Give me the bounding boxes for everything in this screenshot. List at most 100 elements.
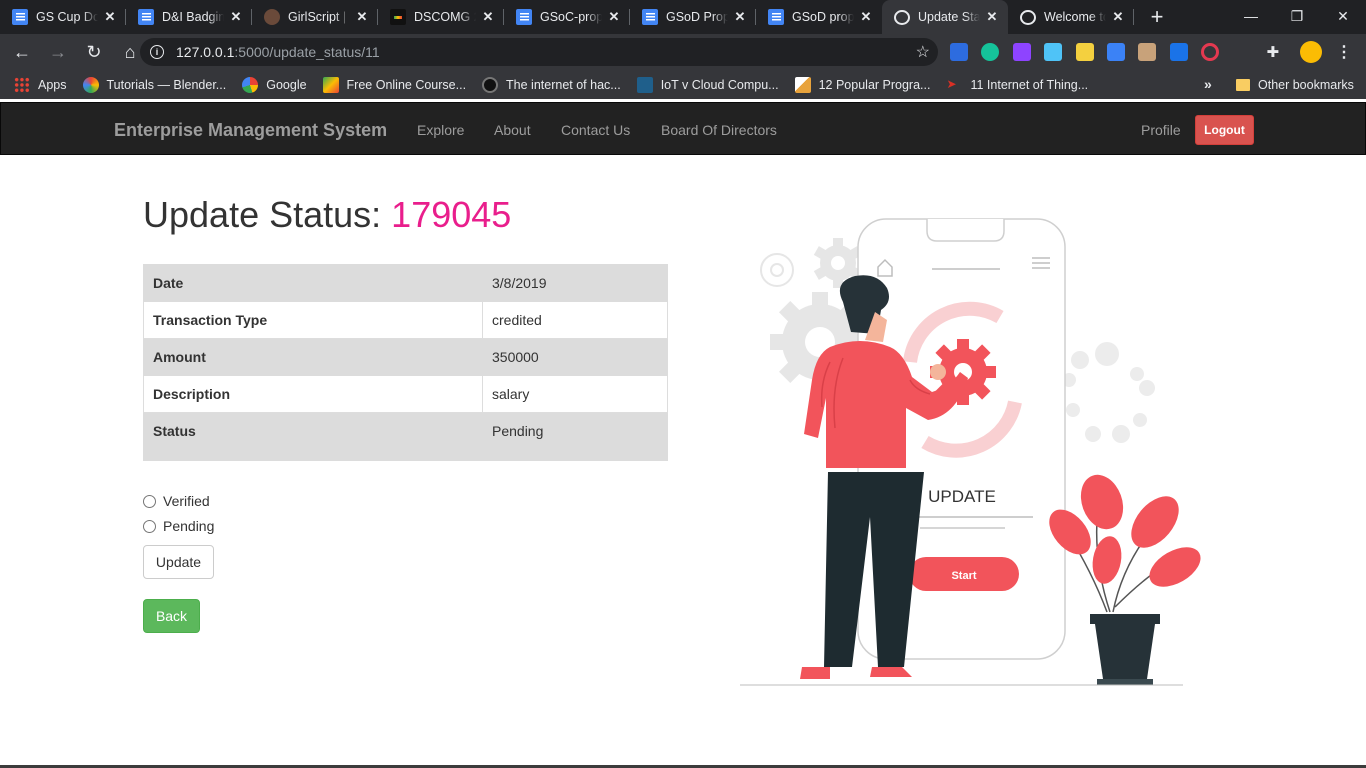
arrow-icon: ➤ [946, 76, 957, 91]
minimize-icon[interactable]: — [1228, 0, 1274, 32]
extension-icon[interactable] [1138, 43, 1157, 61]
radio-verified[interactable] [143, 494, 156, 508]
other-bookmarks-label: Other bookmarks [1258, 77, 1354, 92]
close-icon[interactable]: ✕ [480, 9, 496, 25]
table-row: Status Pending [143, 412, 668, 461]
radio-label: Pending [163, 518, 215, 534]
puzzle-icon[interactable]: ✚ [1264, 43, 1282, 61]
bookmark-label: IoT v Cloud Compu... [660, 77, 779, 92]
doc-icon [12, 9, 28, 25]
detail-key: Description [143, 375, 483, 413]
detail-value: salary [482, 375, 668, 413]
status-option-pending[interactable]: Pending [143, 518, 214, 534]
bookmark-item[interactable]: 12 Popular Progra... [794, 76, 930, 93]
bookmark-item[interactable]: Google [242, 76, 307, 93]
transaction-id: 179045 [391, 194, 512, 235]
browser-tab[interactable]: GS Cup Doc ✕ [0, 0, 126, 34]
browser-tab-active[interactable]: Update Stat ✕ [882, 0, 1008, 34]
close-icon[interactable]: ✕ [606, 9, 622, 25]
close-icon[interactable]: ✕ [228, 9, 244, 25]
folder-icon [1236, 78, 1250, 91]
extension-icon[interactable] [1106, 43, 1125, 61]
browser-tab[interactable]: GSoD propo ✕ [756, 0, 882, 34]
tab-title: D&I Badging [162, 10, 224, 24]
bookmarks-bar: Apps Tutorials — Blender... Google Free … [0, 70, 1366, 99]
bookmark-item[interactable]: The internet of hac... [482, 76, 621, 93]
close-icon[interactable]: ✕ [1110, 9, 1126, 25]
grammarly-icon[interactable] [981, 43, 1000, 61]
illustration-update-text: UPDATE [928, 487, 996, 506]
bookmark-label: Google [266, 77, 307, 92]
nav-about[interactable]: About [494, 122, 531, 138]
nav-profile[interactable]: Profile [1141, 122, 1181, 138]
browser-tab[interactable]: Welcome to ✕ [1008, 0, 1134, 34]
close-window-icon[interactable]: ✕ [1320, 0, 1366, 32]
radio-pending[interactable] [143, 519, 156, 533]
extension-icon[interactable] [1075, 43, 1094, 61]
info-icon[interactable]: i [150, 45, 164, 59]
restore-icon[interactable]: ❐ [1274, 0, 1320, 32]
close-icon[interactable]: ✕ [732, 9, 748, 25]
bookmark-star-icon[interactable]: ☆ [916, 42, 930, 62]
bookmark-label: Apps [38, 77, 67, 92]
detail-key: Amount [143, 338, 483, 376]
globe-icon [1020, 9, 1036, 25]
nav-explore[interactable]: Explore [417, 122, 464, 138]
abc-icon [482, 76, 499, 93]
forward-arrow-icon[interactable]: → [42, 36, 74, 68]
table-row: Transaction Type credited [143, 301, 668, 339]
extension-icon[interactable] [1169, 43, 1188, 61]
bookmark-item[interactable]: IoT v Cloud Compu... [636, 76, 779, 93]
status-option-verified[interactable]: Verified [143, 493, 210, 509]
table-row: Description salary [143, 375, 668, 413]
nav-contact-us[interactable]: Contact Us [561, 122, 630, 138]
bookmark-item[interactable]: ➤ 11 Internet of Thing... [946, 77, 1088, 93]
close-icon[interactable]: ✕ [858, 9, 874, 25]
doc-icon [516, 9, 532, 25]
reload-icon[interactable]: ↻ [78, 36, 110, 68]
profile-avatar[interactable] [1300, 41, 1322, 63]
bookmark-item[interactable]: Free Online Course... [322, 76, 467, 93]
site-navbar: Enterprise Management System Explore Abo… [0, 102, 1366, 155]
address-bar[interactable]: i 127.0.0.1:5000/update_status/11 ☆ [140, 38, 938, 66]
bookmark-item[interactable]: Tutorials — Blender... [82, 76, 226, 93]
extension-icon[interactable] [1232, 43, 1251, 61]
avatar-icon [264, 9, 280, 25]
menu-dots-icon[interactable]: ⋮ [1336, 42, 1352, 62]
loading-dots-icon [1062, 342, 1155, 443]
update-button[interactable]: Update [143, 545, 214, 579]
other-bookmarks[interactable]: Other bookmarks [1236, 70, 1354, 99]
extension-icon[interactable] [1201, 43, 1220, 61]
dsc-icon [390, 9, 406, 25]
browser-tab[interactable]: DSCOMG 20 ✕ [378, 0, 504, 34]
doc-icon [642, 9, 658, 25]
browser-tab[interactable]: GirlScript | F ✕ [252, 0, 378, 34]
new-tab-button[interactable]: + [1140, 0, 1174, 34]
brand-link[interactable]: Enterprise Management System [114, 120, 387, 141]
close-icon[interactable]: ✕ [984, 9, 1000, 25]
update-illustration: UPDATE Start [740, 218, 1201, 686]
logout-button[interactable]: Logout [1195, 115, 1254, 145]
extension-icon[interactable] [1044, 43, 1063, 61]
extensions-area: ✚ [950, 40, 1295, 64]
detail-value: 350000 [482, 338, 668, 376]
back-arrow-icon[interactable]: ← [6, 36, 38, 68]
back-button[interactable]: Back [143, 599, 200, 633]
extension-icon[interactable] [950, 43, 968, 61]
close-icon[interactable]: ✕ [354, 9, 370, 25]
doc-icon [768, 9, 784, 25]
browser-tab[interactable]: GSoC-propo ✕ [504, 0, 630, 34]
browser-tab[interactable]: GSoD Propo ✕ [630, 0, 756, 34]
close-icon[interactable]: ✕ [102, 9, 118, 25]
course-icon [322, 76, 339, 93]
bookmark-apps[interactable]: Apps [14, 76, 67, 93]
bookmarks-overflow-icon[interactable]: » [1204, 76, 1212, 92]
extension-icon[interactable] [1012, 43, 1031, 61]
transaction-details-table: Date 3/8/2019 Transaction Type credited … [143, 264, 668, 461]
url-host: 127.0.0.1 [176, 44, 235, 60]
browser-tab[interactable]: D&I Badging ✕ [126, 0, 252, 34]
nav-board-of-directors[interactable]: Board Of Directors [661, 122, 777, 138]
bookmark-label: Free Online Course... [346, 77, 467, 92]
tab-title: GSoD propo [792, 10, 854, 24]
title-prefix: Update Status: [143, 194, 382, 235]
